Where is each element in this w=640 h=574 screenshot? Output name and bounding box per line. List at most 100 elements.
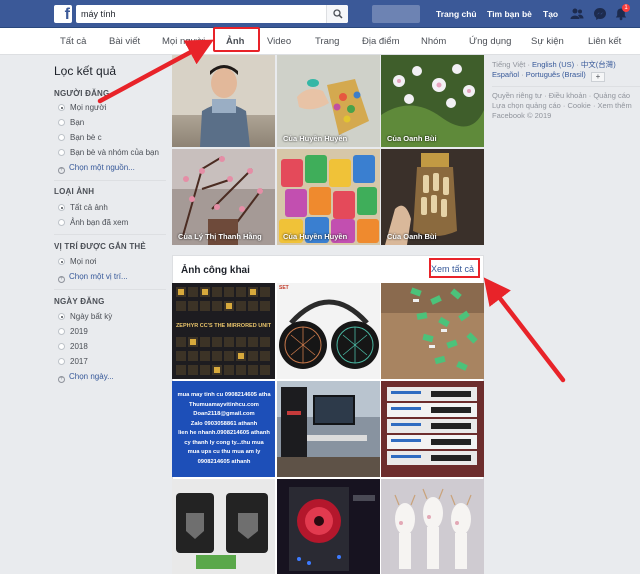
photos-tab-annotation-box [213, 27, 260, 52]
filter-option-all-photos[interactable]: Tất cả ảnh [58, 203, 108, 213]
filter-option-everyone[interactable]: Mọi người [58, 103, 106, 113]
photo-overlay-text: ZEPHYR CC'S THE MIRRORED UNIT [175, 323, 272, 329]
radio-icon [58, 343, 65, 350]
photo-result-6[interactable]: Của Oanh Bùi [381, 149, 484, 245]
public-photo-6[interactable] [381, 381, 484, 477]
tab-videos[interactable]: Video [267, 28, 291, 55]
tab-links[interactable]: Liên kết [588, 28, 621, 55]
filter-heading-poster: NGƯỜI ĐĂNG [54, 89, 110, 98]
public-photo-5[interactable] [277, 381, 380, 477]
search-button[interactable] [326, 5, 348, 23]
photo-boy-icon [172, 55, 275, 147]
public-photo-8[interactable] [277, 479, 380, 574]
radio-icon [58, 219, 65, 226]
facebook-logo[interactable]: f [54, 5, 72, 23]
photo-colorful-bags-icon [277, 149, 380, 245]
add-language-button[interactable]: + [590, 72, 605, 82]
photo-speakers-icon [172, 479, 275, 574]
public-photo-7[interactable] [172, 479, 275, 574]
ad-text-line: mua ups cu thu mua am ly [187, 449, 261, 455]
photo-calculator-grid-icon [172, 283, 275, 379]
footer-link[interactable]: Điều khoản [549, 91, 587, 100]
see-all-annotation-box [429, 258, 480, 278]
language-link[interactable]: Español [492, 70, 519, 79]
choose-date-link[interactable]: + Chọn ngày... [58, 372, 114, 383]
search-input[interactable] [76, 5, 316, 23]
tab-people[interactable]: Mọi người [162, 28, 205, 55]
radio-selected-icon [58, 204, 65, 211]
find-friends-link[interactable]: Tìm bạn bè [487, 0, 532, 28]
radio-icon [58, 358, 65, 365]
language-current: Tiếng Việt [492, 60, 526, 69]
radio-icon [58, 149, 65, 156]
tab-places[interactable]: Địa điểm [362, 28, 400, 55]
create-link[interactable]: Tạo [543, 0, 558, 28]
tab-pages[interactable]: Trang [315, 28, 339, 55]
footer-link[interactable]: Quyền riêng tư [492, 91, 542, 100]
filter-title: Lọc kết quả [54, 64, 117, 78]
photo-jar-icon [381, 149, 484, 245]
ad-text-line: mua may tinh cu 0908214605 atha [177, 392, 271, 398]
footer-link[interactable]: Quảng cáo [593, 91, 630, 100]
ad-text-line: Thumuamayvitinhcu.com [189, 401, 259, 408]
divider [54, 234, 166, 235]
divider [492, 86, 640, 87]
public-photo-9[interactable] [381, 479, 484, 574]
search-icon [333, 9, 343, 19]
right-column: Tiếng Việt · English (US) · 中文(台灣) Españ… [492, 60, 640, 121]
ad-text-block: mua may tinh cu 0908214605 atha Thumuama… [174, 391, 274, 467]
search-box[interactable] [76, 5, 348, 23]
photo-result-3[interactable]: Của Oanh Bùi [381, 55, 484, 147]
footer-links: Quyền riêng tư · Điều khoản · Quảng cáo … [492, 91, 632, 120]
tab-groups[interactable]: Nhóm [421, 28, 446, 55]
public-photo-3[interactable] [381, 283, 484, 379]
ad-text-line: lien he nhanh.0908214605 athanh [178, 430, 270, 436]
language-link[interactable]: Português (Brasil) [526, 70, 586, 79]
filter-option-you[interactable]: Bạn [58, 118, 84, 128]
language-link[interactable]: English (US) [532, 60, 574, 69]
tab-all[interactable]: Tất cả [60, 28, 86, 55]
photo-green-parts-icon [381, 283, 484, 379]
filter-option-2017[interactable]: 2017 [58, 357, 88, 367]
plus-circle-icon: + [58, 167, 65, 174]
footer-link[interactable]: Xem thêm [598, 101, 632, 110]
photo-overlay-text: SET [279, 285, 289, 291]
photo-caption: Của Huyền Huyền [283, 134, 348, 143]
tab-posts[interactable]: Bài viết [109, 28, 140, 55]
tab-apps[interactable]: Ứng dụng [469, 28, 511, 55]
plus-circle-icon: + [58, 276, 65, 283]
language-link[interactable]: 中文(台灣) [581, 60, 616, 69]
home-link[interactable]: Trang chủ [436, 0, 477, 28]
messenger-icon[interactable] [593, 7, 607, 21]
language-list: Tiếng Việt · English (US) · 中文(台灣) Españ… [492, 60, 616, 82]
filter-option-friends-groups[interactable]: Bạn bè và nhóm của bạn [58, 148, 159, 158]
photo-result-4[interactable]: Của Lý Thị Thanh Hằng [172, 149, 275, 245]
plus-circle-icon: + [58, 376, 65, 383]
ad-text-line: cy thanh ly cong ty...thu mua [184, 439, 264, 446]
public-photo-2[interactable]: SET [277, 283, 380, 379]
filter-option-2018[interactable]: 2018 [58, 342, 88, 352]
footer-link[interactable]: Lựa chọn quảng cáo [492, 101, 561, 110]
choose-source-link[interactable]: + Chọn một nguồn... [58, 163, 135, 174]
filter-option-anywhere[interactable]: Mọi nơi [58, 257, 97, 267]
public-photo-1[interactable]: ZEPHYR CC'S THE MIRRORED UNIT [172, 283, 275, 379]
filter-option-any-date[interactable]: Ngày bất kỳ [58, 312, 112, 322]
filter-heading-photo-type: LOẠI ẢNH [54, 187, 95, 196]
filter-option-friends[interactable]: Bạn bè c [58, 133, 102, 143]
photo-blossoms-icon [172, 149, 275, 245]
profile-avatar-blurred[interactable] [372, 5, 420, 23]
photo-result-5[interactable]: Của Huyền Huyền [277, 149, 380, 245]
choose-location-link[interactable]: + Chọn một vị trí... [58, 272, 128, 283]
photo-result-1[interactable] [172, 55, 275, 147]
photo-computer-desk-icon [277, 381, 380, 477]
filter-option-seen-photos[interactable]: Ảnh bạn đã xem [58, 218, 128, 228]
photo-caption: Của Huyền Huyền [283, 232, 348, 241]
footer-link[interactable]: Cookie [568, 101, 591, 110]
radio-icon [58, 328, 65, 335]
public-photo-4[interactable]: mua may tinh cu 0908214605 atha Thumuama… [172, 381, 275, 477]
ad-text-line: Zalo 0903058861 athanh [190, 420, 258, 427]
photo-result-2[interactable]: Của Huyền Huyền [277, 55, 380, 147]
friend-requests-icon[interactable] [570, 7, 584, 21]
tab-events[interactable]: Sự kiện [531, 28, 564, 55]
filter-option-2019[interactable]: 2019 [58, 327, 88, 337]
